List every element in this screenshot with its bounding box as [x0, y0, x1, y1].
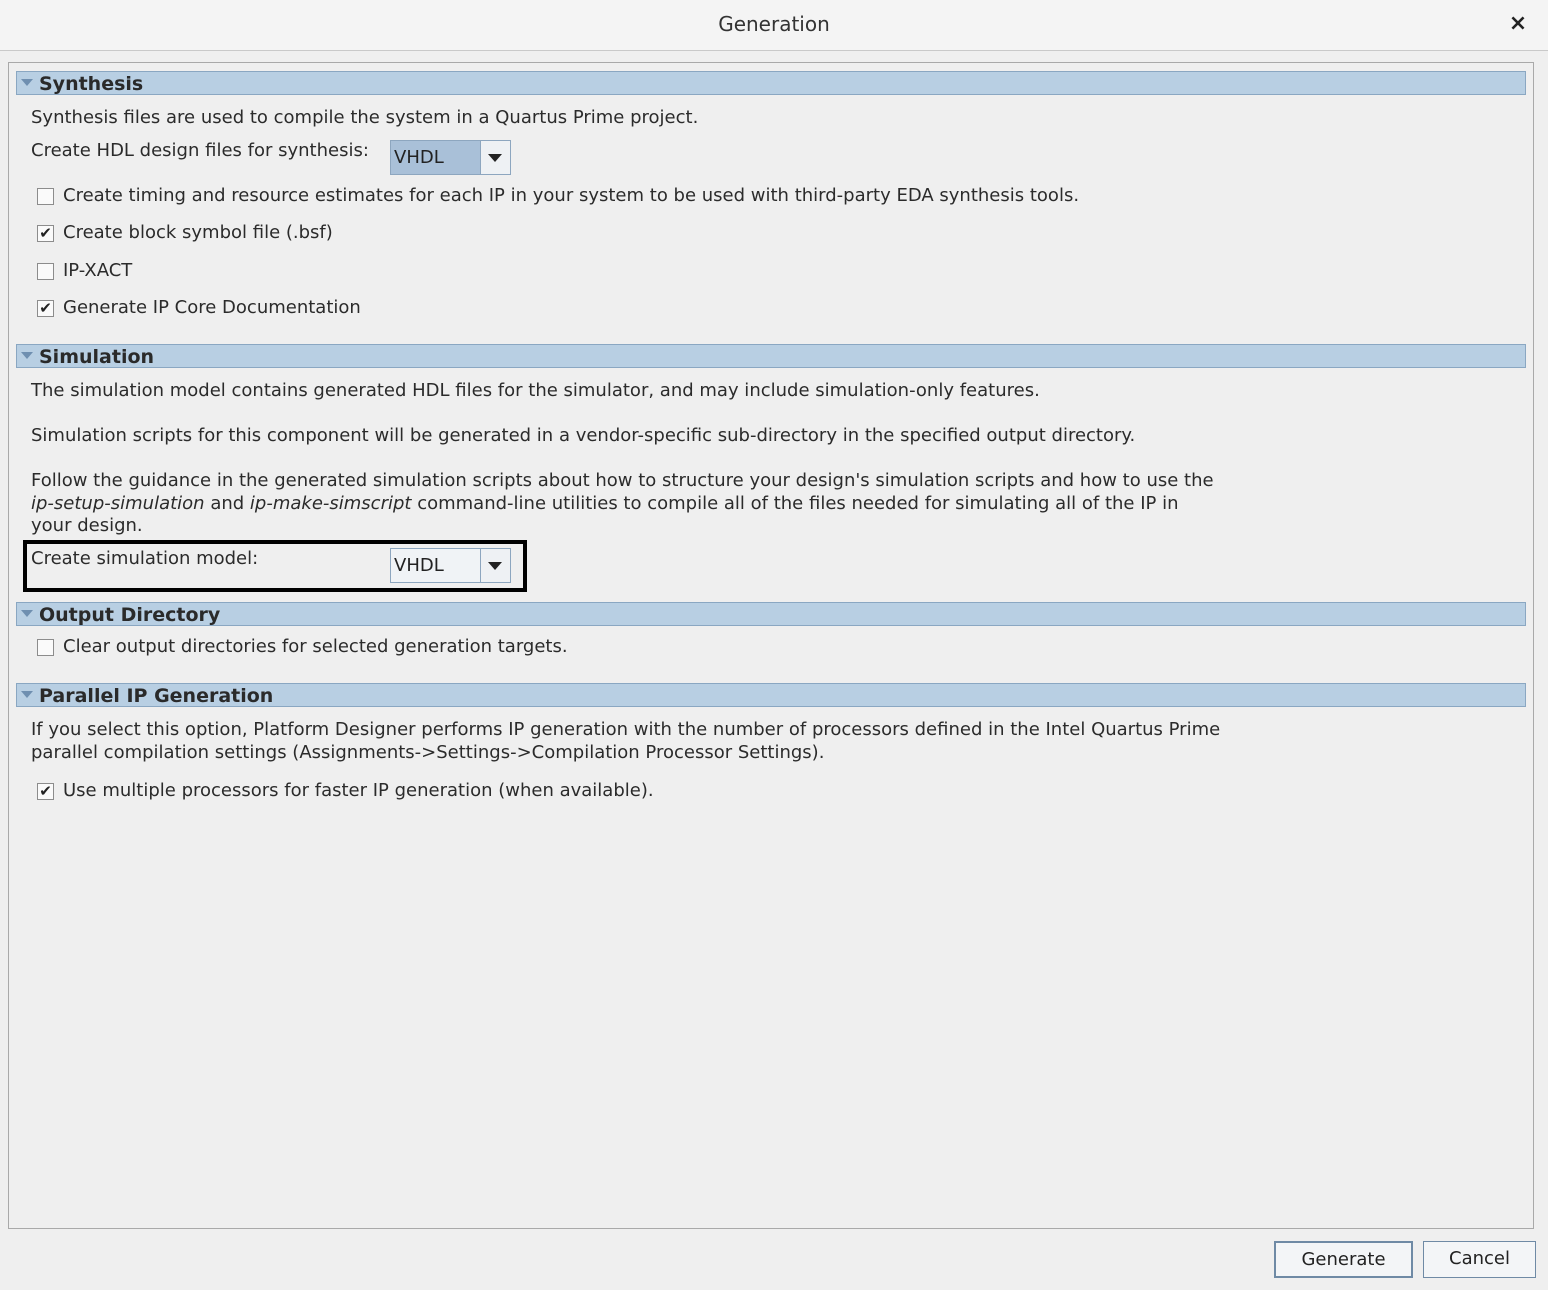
ip-xact-label: IP-XACT: [63, 260, 133, 281]
title-bar: Generation ×: [0, 0, 1548, 51]
hdl-language-select[interactable]: VHDL: [390, 140, 511, 175]
hdl-language-value: VHDL: [391, 141, 481, 174]
multi-processor-checkbox[interactable]: ✔: [37, 783, 54, 800]
dropdown-arrow-button[interactable]: [480, 141, 510, 174]
simulation-model-value: VHDL: [391, 549, 481, 582]
simulation-model-select[interactable]: VHDL: [390, 548, 511, 583]
ip-doc-label: Generate IP Core Documentation: [63, 297, 361, 318]
ip-xact-checkbox[interactable]: [37, 263, 54, 280]
section-title: Output Directory: [39, 604, 221, 626]
collapse-triangle-icon: [21, 610, 33, 617]
collapse-triangle-icon: [21, 352, 33, 359]
tool-name: ip-setup-simulation: [31, 492, 205, 514]
section-title: Parallel IP Generation: [39, 685, 274, 707]
simulation-para-1: The simulation model contains generated …: [31, 380, 1040, 401]
clear-output-label: Clear output directories for selected ge…: [63, 636, 568, 657]
simulation-para-2: Simulation scripts for this component wi…: [31, 425, 1136, 446]
synthesis-description: Synthesis files are used to compile the …: [31, 107, 699, 128]
section-title: Synthesis: [39, 73, 144, 95]
window-title: Generation: [718, 12, 830, 36]
simulation-para-3: Follow the guidance in the generated sim…: [31, 470, 1221, 538]
parallel-description: If you select this option, Platform Desi…: [31, 719, 1221, 763]
section-header-synthesis[interactable]: Synthesis: [16, 71, 1526, 95]
collapse-triangle-icon: [21, 691, 33, 698]
section-header-parallel-ip[interactable]: Parallel IP Generation: [16, 683, 1526, 707]
tool-name: ip-make-simscript: [249, 492, 412, 514]
multi-processor-label: Use multiple processors for faster IP ge…: [63, 780, 654, 801]
text-span: and: [204, 492, 250, 514]
section-title: Simulation: [39, 346, 155, 368]
clear-output-checkbox[interactable]: [37, 639, 54, 656]
chevron-down-icon: [488, 154, 502, 162]
generate-button[interactable]: Generate: [1274, 1241, 1413, 1278]
close-icon[interactable]: ×: [1506, 10, 1530, 38]
hdl-label: Create HDL design files for synthesis:: [31, 140, 369, 161]
timing-estimates-checkbox[interactable]: [37, 188, 54, 205]
cancel-button[interactable]: Cancel: [1423, 1241, 1536, 1278]
ip-doc-checkbox[interactable]: ✔: [37, 300, 54, 317]
bsf-checkbox[interactable]: ✔: [37, 225, 54, 242]
collapse-triangle-icon: [21, 79, 33, 86]
section-header-output-directory[interactable]: Output Directory: [16, 602, 1526, 626]
dropdown-arrow-button[interactable]: [480, 549, 510, 582]
text-span: Follow the guidance in the generated sim…: [31, 470, 1214, 491]
bsf-label: Create block symbol file (.bsf): [63, 222, 333, 243]
chevron-down-icon: [488, 562, 502, 570]
timing-estimates-label: Create timing and resource estimates for…: [63, 185, 1080, 206]
section-header-simulation[interactable]: Simulation: [16, 344, 1526, 368]
simulation-model-label: Create simulation model:: [31, 548, 259, 569]
